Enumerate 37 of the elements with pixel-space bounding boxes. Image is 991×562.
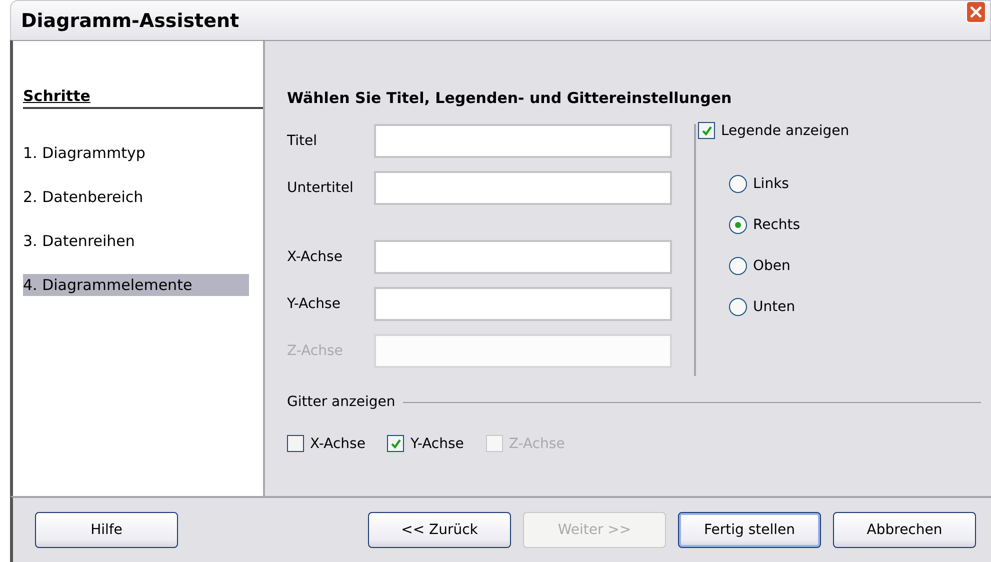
dialog-button[interactable]: Fertig stellen (678, 512, 821, 548)
radio-label: Rechts (753, 217, 800, 233)
dialog-button[interactable]: Abbrechen (833, 512, 976, 548)
checkbox[interactable] (387, 435, 404, 452)
radio-button[interactable] (729, 298, 747, 316)
input-field[interactable] (374, 171, 672, 205)
window-title: Diagramm-Assistent (21, 10, 240, 32)
step-item[interactable]: 3. Datenreihen (23, 230, 249, 252)
dialog-button[interactable]: << Zurück (368, 512, 511, 548)
page-heading: Wählen Sie Titel, Legenden- und Gittereinstellungen (287, 89, 733, 107)
radio-button[interactable] (729, 257, 747, 275)
input-field[interactable] (374, 240, 672, 274)
step-item[interactable]: 1. Diagrammtyp (23, 142, 249, 164)
field-label: Y-Achse (287, 296, 342, 312)
steps-heading: Schritte (23, 87, 263, 109)
input-field[interactable] (374, 124, 672, 158)
step-item[interactable]: 2. Datenbereich (23, 186, 249, 208)
field-label: Titel (287, 133, 318, 149)
radio-button[interactable] (729, 175, 747, 193)
field-label: Untertitel (287, 180, 354, 196)
group-label: Gitter anzeigen (287, 394, 396, 410)
radio-label: Unten (753, 299, 796, 315)
dialog-button[interactable]: Hilfe (35, 512, 178, 548)
radio-button[interactable] (729, 216, 747, 234)
radio-label: Oben (753, 258, 790, 274)
checkbox[interactable] (287, 435, 304, 452)
checkbox-label: Legende anzeigen (721, 122, 850, 138)
field-label: Z-Achse (287, 343, 344, 359)
checkbox-label: Z-Achse (508, 436, 565, 452)
input-field[interactable] (374, 287, 672, 321)
checkbox[interactable] (698, 122, 715, 139)
step-item[interactable]: 4. Diagrammelemente (23, 274, 249, 296)
checkbox-label: X-Achse (310, 436, 366, 452)
radio-label: Links (753, 176, 789, 192)
close-icon[interactable] (966, 1, 986, 23)
checkbox-label: Y-Achse (410, 436, 464, 452)
field-label: X-Achse (287, 249, 344, 265)
